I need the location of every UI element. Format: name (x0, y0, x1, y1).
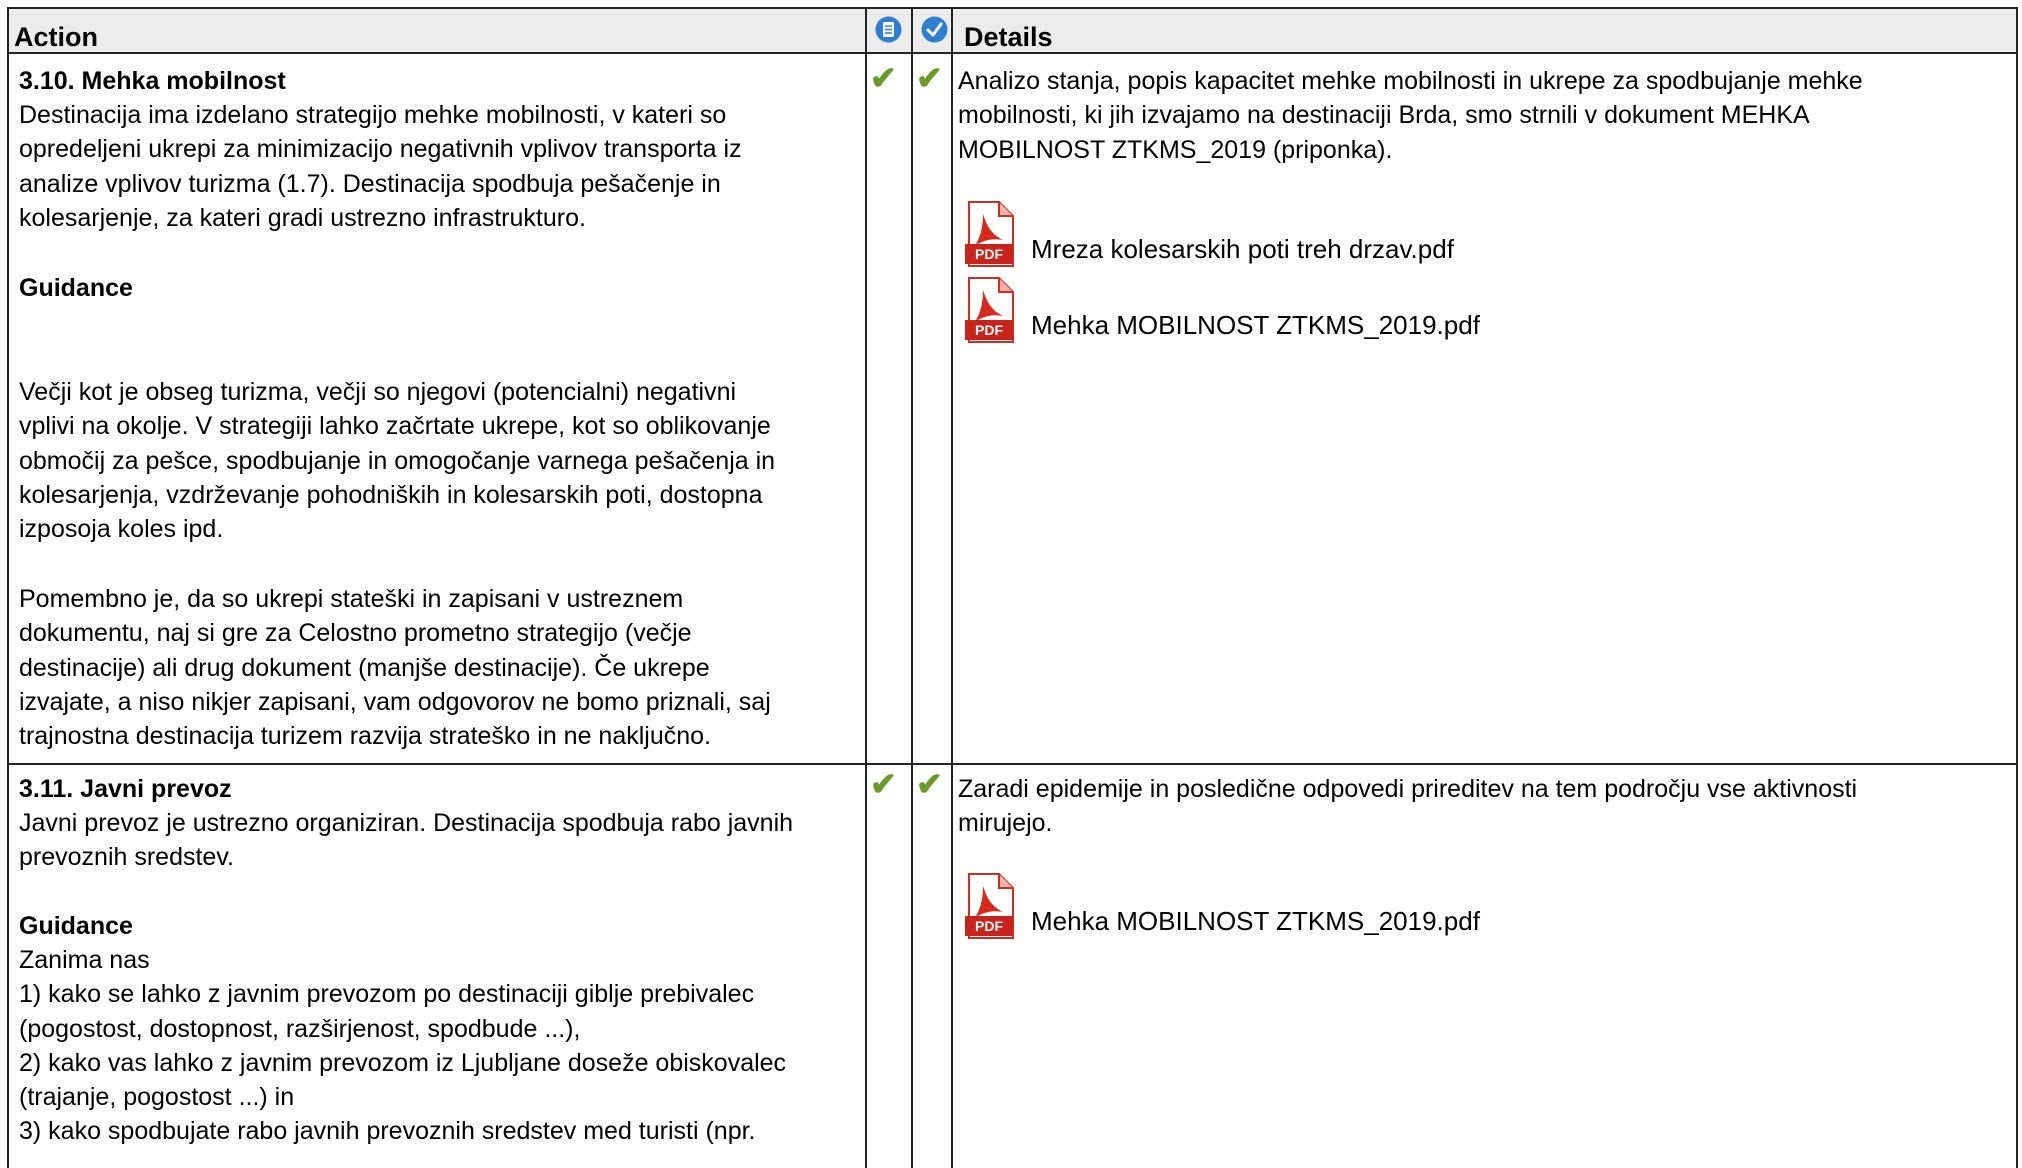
approved-check-icon: ✔ (916, 766, 943, 802)
guidance-label: Guidance (19, 912, 133, 940)
svg-text:PDF: PDF (975, 246, 1003, 262)
row-description: Destinacija ima izdelano strategijo mehk… (19, 101, 742, 232)
grid-line (7, 7, 9, 1168)
svg-text:PDF: PDF (975, 918, 1003, 934)
attachment-name[interactable]: Mehka MOBILNOST ZTKMS_2019.pdf (1031, 906, 1480, 937)
guidance-text: Pomembno je, da so ukrepi stateški in za… (19, 585, 771, 751)
row-title: 3.10. Mehka mobilnost (19, 67, 286, 95)
svg-text:PDF: PDF (975, 322, 1003, 338)
guidance-text: Zanima nas 1) kako se lahko z javnim pre… (19, 946, 787, 1146)
guidance-check-icon: ✔ (870, 60, 897, 96)
header-action-cell: Action (8, 8, 866, 52)
attachment-name[interactable]: Mehka MOBILNOST ZTKMS_2019.pdf (1031, 310, 1480, 341)
grid-line (951, 7, 953, 1168)
attachment-link[interactable]: PDF Mehka MOBILNOST ZTKMS_2019.pdf (965, 872, 1865, 942)
grid-line (865, 7, 867, 1168)
row-details: Zaradi epidemije in posledične odpovedi … (958, 775, 1858, 838)
check-circle-icon[interactable] (921, 16, 948, 43)
row-details: Analizo stanja, popis kapacitet mehke mo… (958, 67, 1863, 164)
guidance-check-icon: ✔ (870, 766, 897, 802)
header-details-cell: Details (958, 8, 2016, 52)
row-description: Javni prevoz je ustrezno organiziran. De… (19, 809, 794, 872)
grid-line (911, 7, 913, 1168)
guidance-label: Guidance (19, 274, 133, 302)
attachment-link[interactable]: PDF Mreza kolesarskih poti treh drzav.pd… (965, 200, 1865, 270)
attachment-link[interactable]: PDF Mehka MOBILNOST ZTKMS_2019.pdf (965, 276, 1865, 346)
attachment-name[interactable]: Mreza kolesarskih poti treh drzav.pdf (1031, 234, 1454, 265)
approved-check-icon: ✔ (916, 60, 943, 96)
pdf-icon: PDF (965, 277, 1014, 343)
grid-line (8, 763, 2018, 765)
row-title: 3.11. Javni prevoz (19, 775, 232, 803)
pdf-icon: PDF (965, 201, 1014, 267)
guidance-icon[interactable] (875, 16, 902, 43)
pdf-icon: PDF (965, 873, 1014, 939)
header-details-label: Details (964, 22, 1053, 52)
grid-line (8, 7, 2018, 9)
grid-line (8, 52, 2018, 54)
evaluation-table: Action Details 3.10. Mehka mobilnost Des… (0, 0, 2022, 1168)
header-guidance-cell[interactable] (866, 8, 912, 52)
guidance-text: Večji kot je obseg turizma, večji so nje… (19, 378, 776, 544)
grid-line (2016, 7, 2018, 1168)
header-action-label: Action (14, 22, 98, 52)
